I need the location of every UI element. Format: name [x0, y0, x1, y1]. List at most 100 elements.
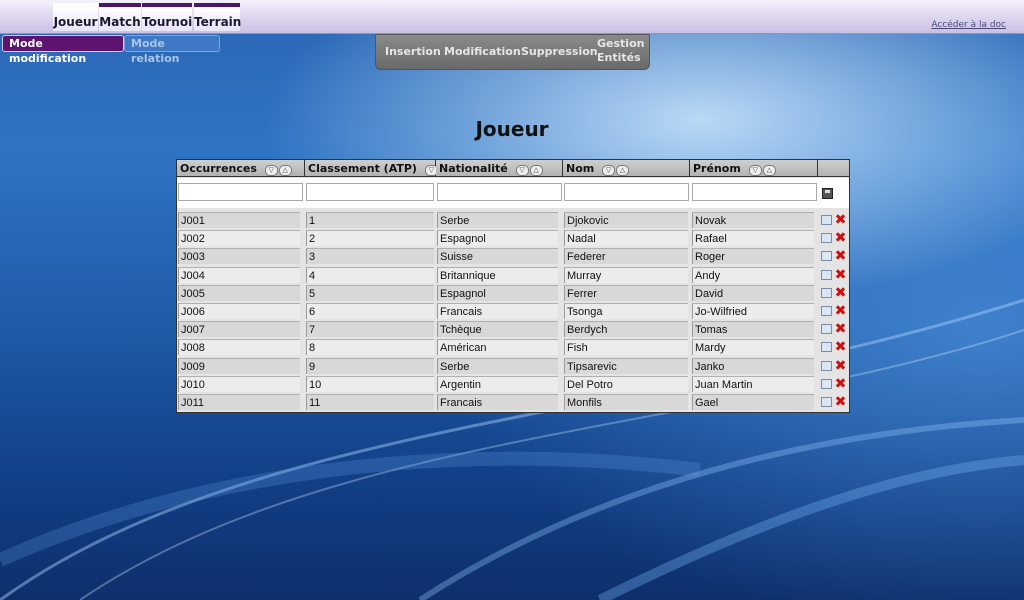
save-icon[interactable]: [822, 188, 833, 199]
filter-input-classement[interactable]: [306, 183, 434, 201]
cell-prenom[interactable]: Novak: [692, 212, 814, 228]
table-row[interactable]: J007 7 Tchèque Berdych Tomas ✖: [177, 320, 849, 338]
cell-occurrence[interactable]: J003: [178, 248, 300, 265]
cell-occurrence[interactable]: J011: [178, 394, 300, 410]
edit-icon[interactable]: [821, 251, 832, 262]
cell-occurrence[interactable]: J007: [178, 321, 300, 338]
filter-input-nationalite[interactable]: [437, 183, 562, 201]
delete-icon[interactable]: ✖: [834, 376, 847, 392]
cell-prenom[interactable]: Janko: [692, 357, 814, 374]
suppression-button[interactable]: Suppression: [521, 45, 598, 59]
mode-relation-button[interactable]: Mode relation: [124, 35, 220, 65]
edit-icon[interactable]: [821, 378, 832, 389]
cell-nationalite[interactable]: Espagnol: [437, 284, 558, 301]
cell-nationalite[interactable]: Tchèque: [437, 321, 558, 338]
sort-arrows-icon[interactable]: ▽△: [602, 162, 630, 179]
cell-classement[interactable]: 8: [306, 339, 434, 356]
cell-nationalite[interactable]: Francais: [437, 303, 558, 319]
edit-icon[interactable]: [821, 287, 832, 298]
column-header-nationalite[interactable]: Nationalité ▽ △: [436, 160, 563, 177]
cell-classement[interactable]: 3: [306, 248, 434, 265]
cell-occurrence[interactable]: J009: [178, 357, 300, 374]
tab-joueur[interactable]: Joueur: [53, 3, 98, 31]
filter-input-nom[interactable]: [564, 183, 689, 201]
edit-icon[interactable]: [821, 215, 832, 225]
delete-icon[interactable]: ✖: [834, 394, 847, 410]
cell-nom[interactable]: Monfils: [564, 394, 688, 410]
table-row[interactable]: J009 9 Serbe Tipsarevic Janko ✖: [177, 357, 849, 375]
cell-nom[interactable]: Nadal: [564, 230, 688, 247]
cell-nom[interactable]: Del Potro: [564, 375, 688, 392]
filter-input-prenom[interactable]: [692, 183, 817, 201]
edit-icon[interactable]: [821, 397, 832, 407]
table-row[interactable]: J011 11 Francais Monfils Gael ✖: [177, 393, 849, 411]
cell-occurrence[interactable]: J005: [178, 284, 300, 301]
cell-nom[interactable]: Fish: [564, 339, 688, 356]
column-header-nom[interactable]: Nom ▽ △: [563, 160, 690, 177]
cell-prenom[interactable]: Jo-Wilfried: [692, 303, 814, 319]
table-row[interactable]: J010 10 Argentin Del Potro Juan Martin ✖: [177, 375, 849, 393]
cell-nationalite[interactable]: Argentin: [437, 375, 558, 392]
column-header-occurrences[interactable]: Occurrences ▽ △: [177, 160, 305, 177]
cell-nom[interactable]: Tipsarevic: [564, 357, 688, 374]
cell-nom[interactable]: Federer: [564, 248, 688, 265]
table-row[interactable]: J006 6 Francais Tsonga Jo-Wilfried ✖: [177, 302, 849, 320]
delete-icon[interactable]: ✖: [834, 358, 847, 374]
delete-icon[interactable]: ✖: [834, 321, 847, 337]
table-row[interactable]: J005 5 Espagnol Ferrer David ✖: [177, 284, 849, 302]
cell-occurrence[interactable]: J004: [178, 266, 300, 283]
column-header-prenom[interactable]: Prénom ▽ △: [690, 160, 818, 177]
cell-nationalite[interactable]: Serbe: [437, 212, 558, 228]
cell-classement[interactable]: 7: [306, 321, 434, 338]
column-header-classement[interactable]: Classement (ATP) ▽△: [305, 160, 452, 177]
cell-classement[interactable]: 10: [306, 375, 434, 392]
cell-classement[interactable]: 1: [306, 212, 434, 228]
table-row[interactable]: J004 4 Britannique Murray Andy ✖: [177, 266, 849, 284]
gestion-entites-button[interactable]: Gestion Entités: [597, 37, 644, 65]
cell-nationalite[interactable]: Espagnol: [437, 230, 558, 247]
edit-icon[interactable]: [821, 269, 832, 280]
sort-arrows-icon[interactable]: ▽△: [264, 162, 293, 179]
mode-modification-button[interactable]: Mode modification: [2, 35, 124, 65]
tab-tournoi[interactable]: Tournoi: [142, 3, 192, 31]
cell-nationalite[interactable]: Britannique: [437, 266, 558, 283]
cell-nom[interactable]: Berdych: [564, 321, 688, 338]
cell-nationalite[interactable]: Serbe: [437, 357, 558, 374]
cell-classement[interactable]: 5: [306, 284, 434, 301]
delete-icon[interactable]: ✖: [834, 230, 847, 246]
cell-nationalite[interactable]: Francais: [437, 394, 558, 410]
cell-prenom[interactable]: Roger: [692, 248, 814, 265]
table-row[interactable]: J001 1 Serbe Djokovic Novak ✖: [177, 211, 849, 229]
cell-classement[interactable]: 2: [306, 230, 434, 247]
cell-nom[interactable]: Djokovic: [564, 212, 688, 228]
delete-icon[interactable]: ✖: [834, 339, 847, 355]
cell-occurrence[interactable]: J001: [178, 212, 300, 228]
edit-icon[interactable]: [821, 233, 832, 244]
cell-occurrence[interactable]: J008: [178, 339, 300, 356]
cell-classement[interactable]: 9: [306, 357, 434, 374]
edit-icon[interactable]: [821, 306, 832, 316]
cell-prenom[interactable]: Rafael: [692, 230, 814, 247]
delete-icon[interactable]: ✖: [834, 267, 847, 283]
delete-icon[interactable]: ✖: [834, 285, 847, 301]
cell-classement[interactable]: 4: [306, 266, 434, 283]
cell-prenom[interactable]: Gael: [692, 394, 814, 410]
cell-nom[interactable]: Tsonga: [564, 303, 688, 319]
cell-nationalite[interactable]: Américan: [437, 339, 558, 356]
filter-input-occurrences[interactable]: [178, 183, 303, 201]
table-row[interactable]: J008 8 Américan Fish Mardy ✖: [177, 338, 849, 356]
cell-occurrence[interactable]: J006: [178, 303, 300, 319]
cell-prenom[interactable]: Tomas: [692, 321, 814, 338]
table-row[interactable]: J002 2 Espagnol Nadal Rafael ✖: [177, 229, 849, 247]
sort-arrows-icon[interactable]: ▽△: [748, 162, 777, 179]
delete-icon[interactable]: ✖: [834, 303, 847, 319]
delete-icon[interactable]: ✖: [834, 212, 847, 228]
cell-occurrence[interactable]: J002: [178, 230, 300, 247]
doc-link[interactable]: Accéder à la doc: [931, 20, 1006, 30]
edit-icon[interactable]: [821, 342, 832, 353]
cell-prenom[interactable]: Andy: [692, 266, 814, 283]
edit-icon[interactable]: [821, 360, 832, 371]
cell-prenom[interactable]: Mardy: [692, 339, 814, 356]
cell-classement[interactable]: 6: [306, 303, 434, 319]
cell-prenom[interactable]: David: [692, 284, 814, 301]
